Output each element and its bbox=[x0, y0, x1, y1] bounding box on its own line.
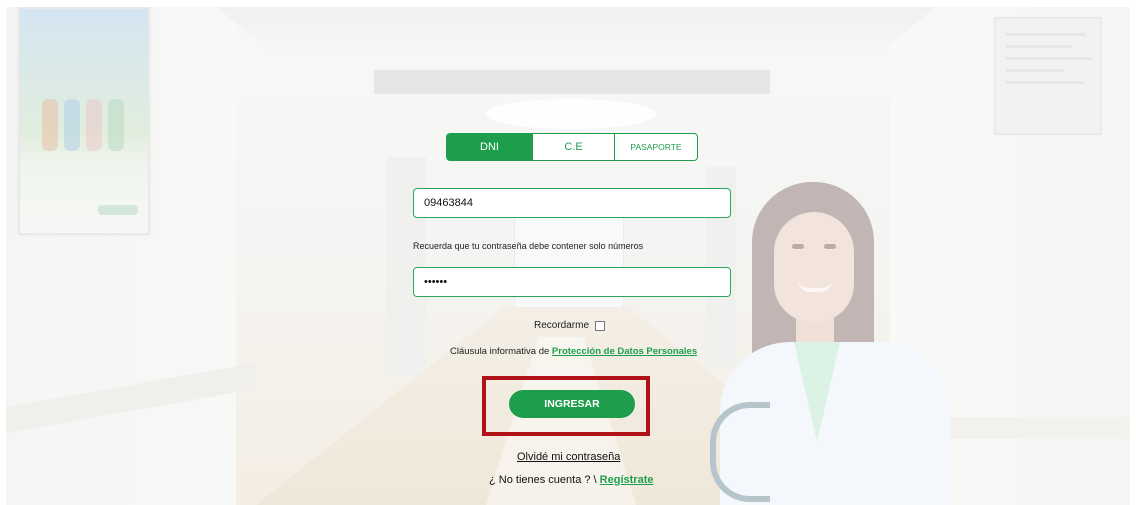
tab-pasaporte[interactable]: PASAPORTE bbox=[614, 134, 697, 160]
privacy-clause: Cláusula informativa de Protección de Da… bbox=[450, 346, 697, 357]
privacy-clause-text: Cláusula informativa de bbox=[450, 346, 552, 357]
register-link[interactable]: Regístrate bbox=[600, 474, 654, 486]
login-submit-button[interactable]: INGRESAR bbox=[509, 390, 635, 418]
privacy-policy-link[interactable]: Protección de Datos Personales bbox=[552, 346, 697, 357]
password-input[interactable] bbox=[413, 267, 731, 297]
forgot-password-link[interactable]: Olvidé mi contraseña bbox=[517, 451, 620, 463]
signup-prompt: ¿ No tienes cuenta ? \ Regístrate bbox=[489, 474, 653, 486]
document-number-input[interactable] bbox=[413, 188, 731, 218]
remember-me: Recordarme bbox=[534, 320, 606, 331]
remember-me-label: Recordarme bbox=[534, 320, 590, 331]
document-type-tabs: DNI C.E PASAPORTE bbox=[446, 133, 698, 161]
password-hint: Recuerda que tu contraseña debe contener… bbox=[413, 241, 644, 251]
tab-dni[interactable]: DNI bbox=[447, 134, 532, 160]
remember-me-checkbox[interactable] bbox=[595, 320, 606, 331]
tab-ce[interactable]: C.E bbox=[532, 134, 614, 160]
no-account-text: ¿ No tienes cuenta ? \ bbox=[489, 474, 600, 486]
